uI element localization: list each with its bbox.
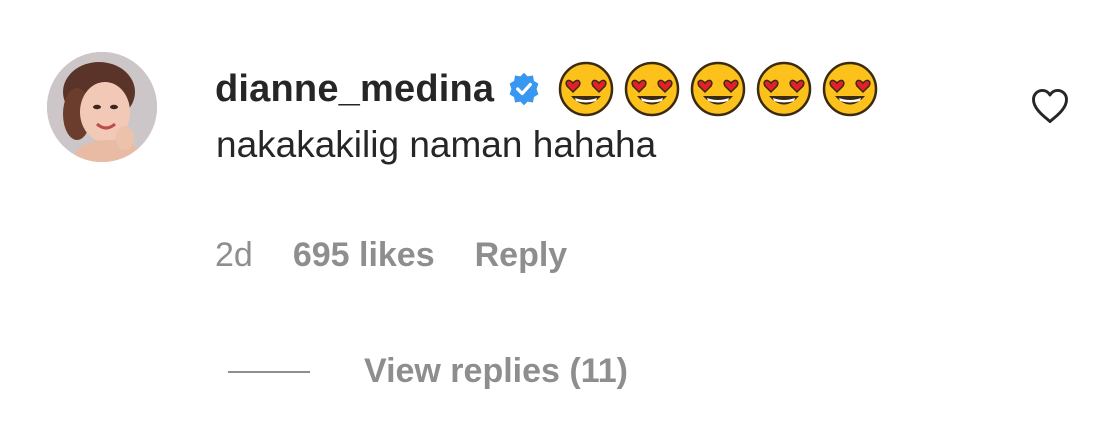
smiling-face-with-heart-eyes-icon [688, 59, 748, 119]
emoji-group [556, 59, 880, 119]
verified-badge-icon [506, 71, 542, 107]
comment-header: dianne_medina [215, 58, 880, 120]
smiling-face-with-heart-eyes-icon [820, 59, 880, 119]
replies-divider [228, 370, 310, 373]
view-replies[interactable]: View replies (11) [228, 352, 628, 391]
view-replies-button[interactable]: View replies (11) [364, 352, 628, 391]
reply-button[interactable]: Reply [475, 236, 568, 275]
timestamp[interactable]: 2d [215, 236, 253, 275]
smiling-face-with-heart-eyes-icon [754, 59, 814, 119]
likes-count[interactable]: 695 likes [293, 236, 435, 275]
comment: dianne_medina nakakakilig naman hahaha 2… [0, 0, 1120, 437]
avatar-image [47, 52, 157, 162]
comment-meta: 2d 695 likes Reply [215, 236, 567, 275]
smiling-face-with-heart-eyes-icon [556, 59, 616, 119]
smiling-face-with-heart-eyes-icon [622, 59, 682, 119]
username[interactable]: dianne_medina [215, 68, 494, 111]
comment-text: nakakakilig naman hahaha [216, 124, 657, 165]
avatar[interactable] [47, 52, 157, 162]
heart-outline-icon[interactable] [1028, 84, 1072, 128]
